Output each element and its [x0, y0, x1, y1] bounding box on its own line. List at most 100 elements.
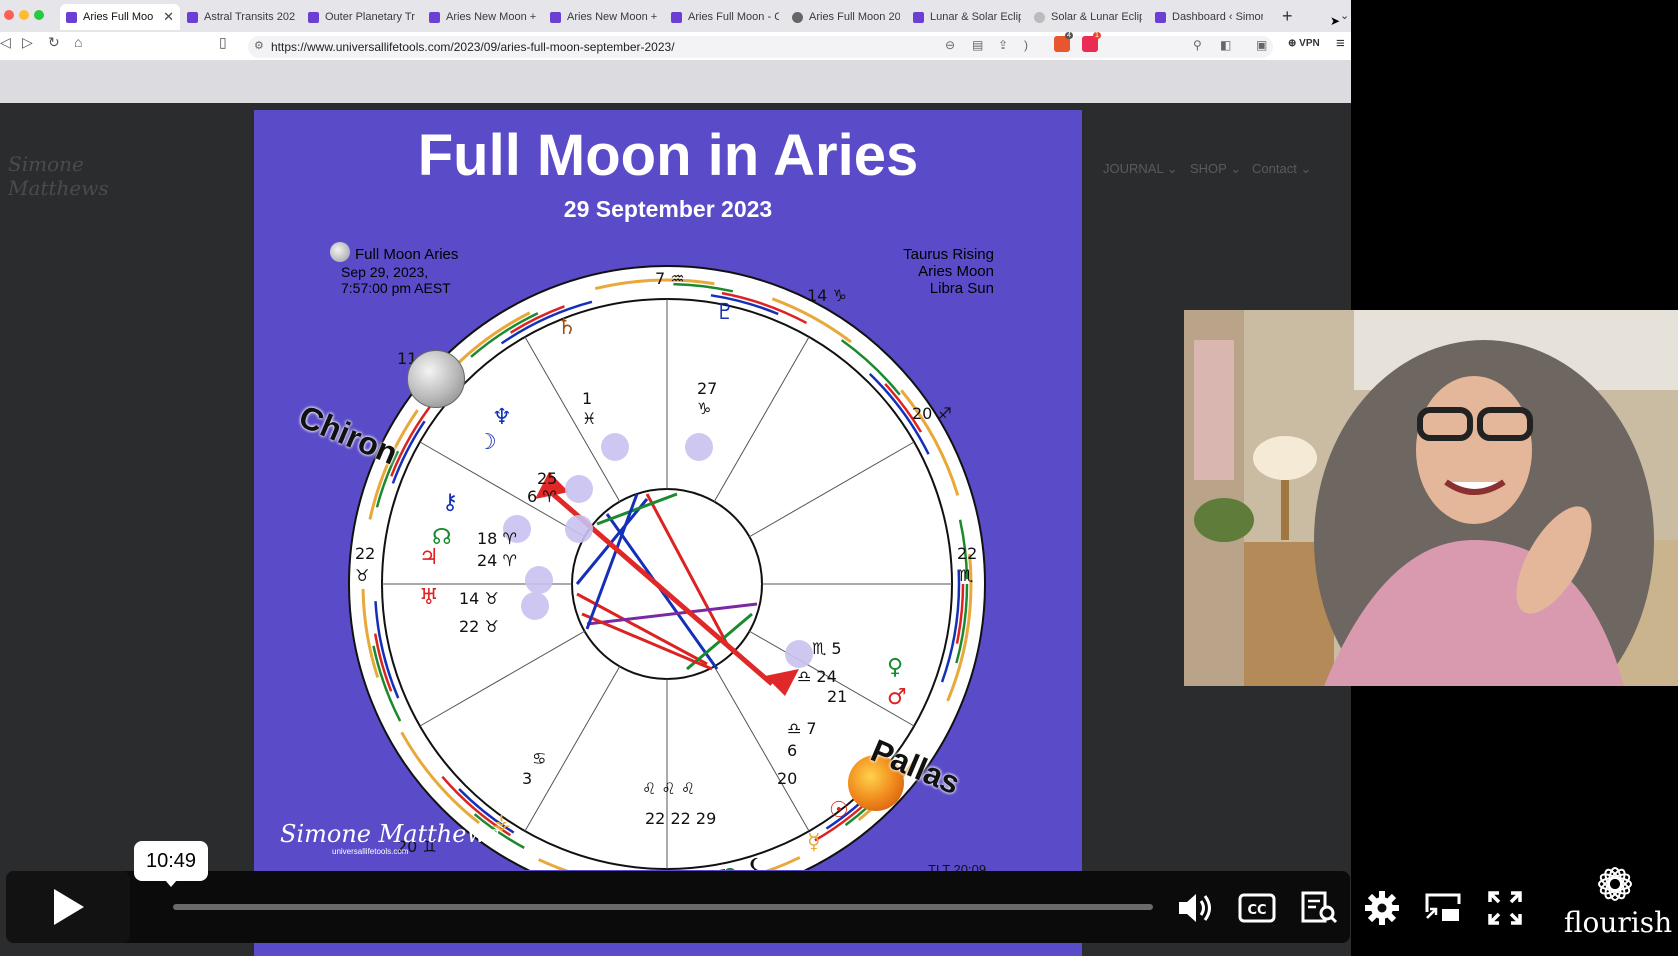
svg-text:6: 6: [787, 741, 797, 760]
svg-text:27: 27: [697, 379, 717, 398]
menu-icon[interactable]: ≡: [1336, 35, 1345, 52]
mouse-cursor-icon: ➤: [1330, 14, 1341, 28]
progress-bar[interactable]: [173, 904, 1153, 910]
fullscreen-icon: [1488, 891, 1522, 925]
captions-button[interactable]: CC: [1237, 888, 1277, 928]
svg-text:21: 21: [827, 687, 847, 706]
tab-label: Aries Full Moon 20: [809, 11, 900, 23]
webcam-scene: [1184, 310, 1678, 686]
volume-button[interactable]: [1176, 888, 1216, 928]
home-icon[interactable]: ⌂: [74, 34, 82, 50]
gear-icon: [1365, 891, 1399, 925]
tab-list-chevron-icon[interactable]: ⌄: [1340, 9, 1349, 22]
nav-contact[interactable]: Contact ⌄: [1252, 161, 1311, 177]
close-window-button[interactable]: [4, 10, 14, 20]
picture-in-picture-button[interactable]: [1423, 888, 1463, 928]
flower-logo-icon: [1598, 867, 1632, 901]
webcam-video: [1184, 310, 1678, 686]
pip-icon: [1425, 893, 1461, 921]
svg-text:♅: ♅: [419, 585, 439, 610]
cloud-icon: [1034, 11, 1045, 23]
speaker-icon: [1179, 894, 1211, 922]
site-settings-icon[interactable]: ⚙: [254, 39, 264, 52]
flourish-brand-text: flourish: [1563, 906, 1673, 939]
sidebar-icon[interactable]: ◧: [1220, 38, 1231, 52]
tab-label: Aries New Moon +: [446, 11, 537, 23]
rewards-count-badge: 1: [1093, 32, 1101, 39]
svg-text:18 ♈: 18 ♈: [477, 529, 517, 548]
svg-text:14 ♑: 14 ♑: [807, 286, 847, 305]
tab-label: Outer Planetary Tr: [325, 11, 415, 23]
svg-text:14 ♉: 14 ♉: [459, 589, 499, 608]
svg-text:♃: ♃: [419, 545, 439, 570]
svg-text:20 ♐: 20 ♐: [912, 404, 952, 423]
svg-text:♇: ♇: [715, 300, 735, 325]
forward-button[interactable]: ▷: [22, 34, 33, 51]
url-text[interactable]: https://www.universallifetools.com/2023/…: [271, 40, 675, 54]
play-icon: [54, 889, 84, 925]
tab-label: Aries New Moon +: [567, 11, 658, 23]
svg-text:22 ♉: 22 ♉: [459, 617, 499, 636]
svg-text:7 ♒: 7 ♒: [655, 269, 685, 288]
svg-text:3: 3: [522, 769, 532, 788]
tab-lunar-solar-eclipse[interactable]: Lunar & Solar Eclip: [907, 4, 1027, 30]
cc-icon: CC: [1238, 893, 1276, 923]
svg-text:⚸: ⚸: [747, 855, 763, 870]
share-icon[interactable]: ⇪: [998, 38, 1008, 52]
tab-dashboard[interactable]: Dashboard ‹ Simor: [1149, 4, 1269, 30]
nav-shop[interactable]: SHOP ⌄: [1190, 161, 1241, 177]
tab-astral-transits[interactable]: Astral Transits 202: [181, 4, 301, 30]
zoom-window-button[interactable]: [34, 10, 44, 20]
svg-text:♏: ♏: [959, 566, 973, 585]
svg-text:22: 22: [355, 544, 375, 563]
rss-icon[interactable]: ): [1024, 38, 1028, 52]
svg-text:♎ 7: ♎ 7: [787, 719, 817, 738]
play-button[interactable]: [6, 871, 130, 943]
tab-outer-planetary[interactable]: Outer Planetary Tr: [302, 4, 422, 30]
wallet-icon[interactable]: ▣: [1256, 38, 1267, 52]
signature-url: universallifetools.com: [332, 847, 409, 856]
tab-aries-full-moon[interactable]: Aries Full Moo ✕: [60, 4, 180, 30]
tab-label: Aries Full Moo: [83, 11, 154, 23]
zoom-icon[interactable]: ⊖: [945, 38, 955, 52]
vpn-button[interactable]: ⊕ VPN: [1288, 38, 1320, 49]
bookmark-icon[interactable]: ▯: [219, 34, 227, 51]
fullscreen-button[interactable]: [1485, 888, 1525, 928]
back-button[interactable]: ◁: [0, 34, 11, 51]
tab-aries-full-moon-c[interactable]: Aries Full Moon - C: [665, 4, 785, 30]
svg-text:♉: ♉: [355, 566, 369, 585]
svg-text:♆: ♆: [492, 405, 512, 430]
minimize-window-button[interactable]: [19, 10, 29, 20]
extensions-icon[interactable]: ⚲: [1193, 38, 1202, 52]
tab-aries-new-moon-2[interactable]: Aries New Moon +: [544, 4, 664, 30]
site-favicon-icon: [671, 11, 682, 23]
site-logo[interactable]: Simone Matthews: [8, 152, 138, 200]
reader-icon[interactable]: ▤: [972, 38, 983, 52]
site-favicon-icon: [308, 11, 319, 23]
shields-count-badge: 4: [1065, 32, 1073, 39]
svg-text:☽: ☽: [477, 430, 497, 455]
transcript-search-icon: [1301, 891, 1338, 924]
close-tab-icon[interactable]: ✕: [163, 9, 174, 25]
site-favicon-icon: [429, 11, 440, 23]
tab-aries-new-moon-1[interactable]: Aries New Moon +: [423, 4, 543, 30]
natal-chart-wheel: 7 ♒14 ♑ 20 ♐22♏ 22♉ 11 ♓20 ♊ 14 ♋11 ♍ 1♓…: [348, 265, 986, 870]
tab-label: Aries Full Moon - C: [688, 11, 779, 23]
tab-solar-lunar-eclipse[interactable]: Solar & Lunar Eclip: [1028, 4, 1148, 30]
svg-text:25: 25: [537, 469, 557, 488]
signature-logo: Simone Matthews: [280, 820, 500, 848]
svg-text:♎ 24: ♎ 24: [797, 667, 837, 686]
settings-button[interactable]: [1362, 888, 1402, 928]
tab-label: Astral Transits 202: [204, 11, 295, 23]
svg-text:♑: ♑: [697, 399, 711, 418]
svg-text:♋: ♋: [532, 749, 546, 768]
reload-icon[interactable]: ↻: [48, 34, 60, 51]
nav-journal[interactable]: JOURNAL ⌄: [1103, 161, 1178, 177]
svg-text:☿: ☿: [807, 830, 821, 855]
tab-aries-full-moon-20[interactable]: Aries Full Moon 20: [786, 4, 906, 30]
transcript-button[interactable]: [1300, 888, 1340, 928]
svg-text:⚷: ⚷: [442, 490, 458, 515]
svg-text:♄: ♄: [557, 315, 577, 340]
svg-text:24 ♈: 24 ♈: [477, 551, 517, 570]
new-tab-button[interactable]: +: [1282, 6, 1293, 27]
